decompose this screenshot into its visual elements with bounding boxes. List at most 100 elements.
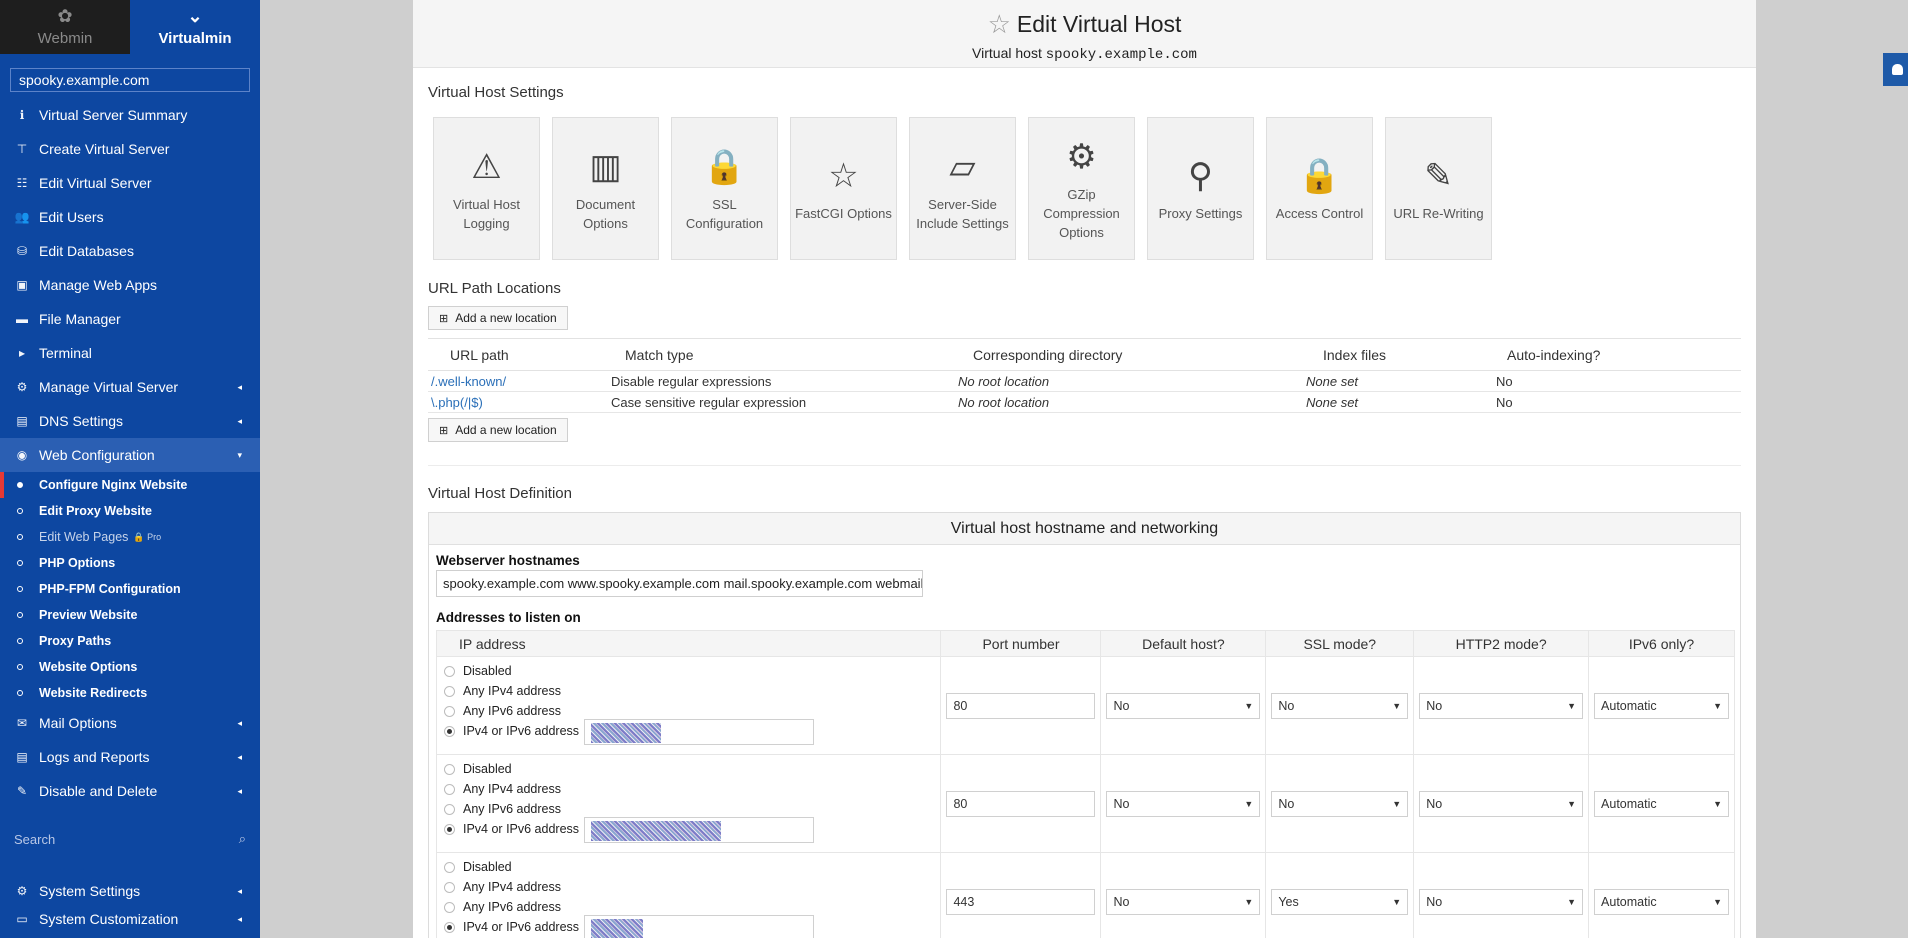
nav-item[interactable]: ▸ Terminal <box>0 336 260 370</box>
star-icon[interactable]: ☆ <box>988 9 1011 40</box>
port-input[interactable]: 80 <box>946 790 1096 817</box>
search-icon[interactable]: ⌕ <box>239 831 246 847</box>
settings-icon-tile[interactable]: ✎ URL Re-Writing <box>1385 117 1492 260</box>
ip-radio-option[interactable]: IPv4 or IPv6 address <box>444 919 579 935</box>
submenu-item[interactable]: Configure Nginx Website <box>0 472 260 498</box>
ssl-select[interactable]: No ▼ <box>1271 692 1409 719</box>
ip-radio-option[interactable]: Any IPv4 address <box>444 683 561 699</box>
port-input[interactable]: 80 <box>946 692 1096 719</box>
default-select[interactable]: No ▼ <box>1106 790 1261 817</box>
http2-select[interactable]: No ▼ <box>1419 790 1584 817</box>
nav-item-label: File Manager <box>39 311 121 327</box>
ip-address-input[interactable] <box>584 915 814 938</box>
domain-selector[interactable]: spooky.example.com <box>10 68 250 92</box>
nav-item[interactable]: ℹ Virtual Server Summary <box>0 98 260 132</box>
nav-item[interactable]: 👥 Edit Users <box>0 200 260 234</box>
nav-menu-continued: ✉ Mail Options ◂ ▤ Logs and Reports ◂ ✎ Disable… <box>0 706 260 808</box>
radio-button[interactable] <box>444 783 455 795</box>
radio-button[interactable] <box>444 665 455 677</box>
radio-button[interactable] <box>444 881 455 893</box>
settings-tile-label: Include Settings <box>916 215 1009 231</box>
nav-item[interactable]: ▣ Manage Web Apps <box>0 268 260 302</box>
nav-item[interactable]: ✉ Mail Options ◂ <box>0 706 260 740</box>
nav-item[interactable]: ⚙ System Settings ◂ <box>0 877 260 905</box>
submenu-item[interactable]: Edit Proxy Website <box>0 498 260 524</box>
radio-button[interactable] <box>444 763 455 775</box>
submenu-item[interactable]: Website Redirects <box>0 680 260 706</box>
radio-button[interactable] <box>444 901 455 913</box>
ip-radio-group: Disabled Any IPv4 address Any IPv6 address… <box>437 657 940 754</box>
ip-radio-option[interactable]: Disabled <box>444 761 512 777</box>
nav-item-label: Mail Options <box>39 715 117 731</box>
settings-icon-tile[interactable]: ▥ Document Options <box>552 117 659 260</box>
ip-radio-option[interactable]: IPv4 or IPv6 address <box>444 821 579 837</box>
add-location-button-bottom[interactable]: ⊞ Add a new location <box>428 418 568 442</box>
radio-button[interactable] <box>444 823 455 835</box>
table-cell[interactable]: /.well-known/ <box>428 370 608 392</box>
settings-icon-tile[interactable]: ⚠ Virtual Host Logging <box>433 117 540 260</box>
nav-item[interactable]: ▭ System Customization ◂ <box>0 905 260 933</box>
notifications-icon[interactable] <box>1883 53 1908 86</box>
ip-address-input[interactable] <box>584 719 814 745</box>
settings-icon-tile[interactable]: 🔒 SSL Configuration <box>671 117 778 260</box>
radio-button[interactable] <box>444 803 455 815</box>
ssl-select[interactable]: Yes ▼ <box>1271 888 1409 915</box>
ip-radio-option[interactable]: Any IPv4 address <box>444 781 561 797</box>
nav-item[interactable]: ▤ DNS Settings ◂ <box>0 404 260 438</box>
default-select[interactable]: No ▼ <box>1106 888 1261 915</box>
radio-button[interactable] <box>444 921 455 933</box>
nav-item[interactable]: ⚙ Manage Virtual Server ◂ <box>0 370 260 404</box>
submenu-item[interactable]: Edit Web Pages 🔒 Pro <box>0 524 260 550</box>
search-input[interactable] <box>14 831 239 847</box>
add-location-button[interactable]: ⊞ Add a new location <box>428 306 568 330</box>
ipv6-select[interactable]: Automatic ▼ <box>1594 888 1729 915</box>
http2-select[interactable]: No ▼ <box>1419 692 1584 719</box>
nav-item[interactable]: ◉ Web Configuration ▾ <box>0 438 260 472</box>
settings-icon-tile[interactable]: ▱ Server-Side Include Settings <box>909 117 1016 260</box>
ipv6-select[interactable]: Automatic ▼ <box>1594 692 1729 719</box>
virtualmin-tab[interactable]: ⌄ Virtualmin <box>130 0 260 54</box>
ip-radio-option[interactable]: Disabled <box>444 859 512 875</box>
nav-item[interactable]: ⛁ Edit Databases <box>0 234 260 268</box>
nav-item[interactable]: ▤ Logs and Reports ◂ <box>0 740 260 774</box>
submenu-item-label: Edit Web Pages <box>39 530 129 544</box>
ip-radio-option[interactable]: Any IPv6 address <box>444 703 561 719</box>
ip-radio-option[interactable]: Any IPv6 address <box>444 899 561 915</box>
nav-item[interactable]: ✎ Disable and Delete ◂ <box>0 774 260 808</box>
ip-radio-option[interactable]: Any IPv4 address <box>444 879 561 895</box>
settings-icon-tile[interactable]: ☆ FastCGI Options <box>790 117 897 260</box>
radio-button[interactable] <box>444 861 455 873</box>
webmin-tab[interactable]: ✿ Webmin <box>0 0 130 54</box>
submenu-item[interactable]: Website Options <box>0 654 260 680</box>
main-panel: ☆ Edit Virtual Host Virtual host spooky.… <box>413 0 1756 938</box>
ipv6-select[interactable]: Automatic ▼ <box>1594 790 1729 817</box>
ip-radio-option[interactable]: IPv4 or IPv6 address <box>444 723 579 739</box>
submenu-item[interactable]: Preview Website <box>0 602 260 628</box>
nav-item[interactable]: ☷ Edit Virtual Server <box>0 166 260 200</box>
ssl-select[interactable]: No ▼ <box>1271 790 1409 817</box>
nav-item-label: DNS Settings <box>39 413 124 429</box>
hostnames-input[interactable]: spooky.example.com www.spooky.example.co… <box>436 570 923 597</box>
ip-address-input[interactable] <box>584 817 814 843</box>
radio-button[interactable] <box>444 705 455 717</box>
settings-icon-tile[interactable]: ⚙ GZip Compression Options <box>1028 117 1135 260</box>
submenu-item[interactable]: PHP-FPM Configuration <box>0 576 260 602</box>
submenu-item[interactable]: Proxy Paths <box>0 628 260 654</box>
settings-icon-tile[interactable]: 🔒 Access Control <box>1266 117 1373 260</box>
port-input[interactable]: 443 <box>946 888 1096 915</box>
ip-radio-option[interactable]: Disabled <box>444 663 512 679</box>
nav-item[interactable]: ▬ File Manager <box>0 302 260 336</box>
radio-button[interactable] <box>444 685 455 697</box>
product-switcher: ✿ Webmin ⌄ Virtualmin <box>0 0 260 54</box>
table-cell[interactable]: \.php(/|$) <box>428 391 608 413</box>
plus-icon: ⊞ <box>439 424 449 437</box>
nav-icon: ⚙ <box>16 884 28 898</box>
settings-icon-tile[interactable]: ⚲ Proxy Settings <box>1147 117 1254 260</box>
radio-button[interactable] <box>444 725 455 737</box>
http2-select[interactable]: No ▼ <box>1419 888 1584 915</box>
ip-radio-option[interactable]: Any IPv6 address <box>444 801 561 817</box>
nav-item[interactable]: ⊤ Create Virtual Server <box>0 132 260 166</box>
default-select[interactable]: No ▼ <box>1106 692 1261 719</box>
radio-label: IPv4 or IPv6 address <box>463 822 580 836</box>
submenu-item[interactable]: PHP Options <box>0 550 260 576</box>
